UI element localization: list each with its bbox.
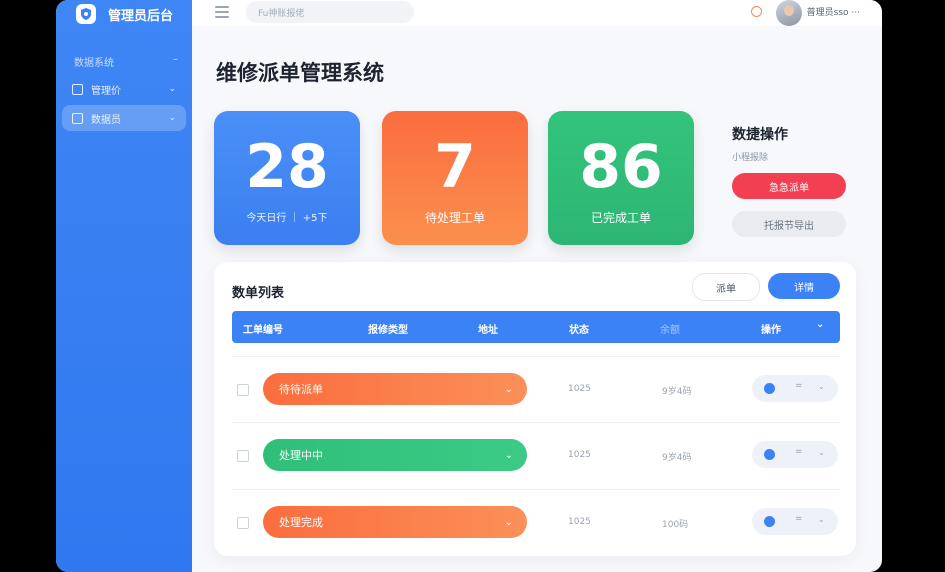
- row-checkbox[interactable]: [237, 517, 249, 529]
- stat-value: 28: [245, 132, 329, 202]
- chevron-down-icon[interactable]: ⌄: [816, 319, 824, 330]
- chevron-down-icon[interactable]: ⌄: [818, 448, 825, 457]
- search-icon[interactable]: [751, 6, 762, 17]
- sidebar-group-header[interactable]: 数据系统 –: [74, 54, 178, 69]
- panel-title: 数单列表: [232, 286, 285, 301]
- column-header[interactable]: 余额: [660, 321, 680, 336]
- more-icon[interactable]: =: [795, 381, 803, 391]
- column-header[interactable]: 工单编号: [243, 321, 283, 336]
- column-header[interactable]: 状态: [569, 321, 589, 336]
- table-header: 工单编号 报修类型 地址 状态 余额 操作 ⌄: [232, 311, 840, 343]
- quick-actions-subtitle: 小程报除: [732, 153, 769, 163]
- cell-value: 1025: [568, 517, 591, 527]
- divider: [232, 489, 840, 490]
- brand-title: 管理员后台: [108, 8, 174, 24]
- chevron-down-icon: ⌄: [504, 383, 513, 395]
- page-title: 维修派单管理系统: [216, 61, 384, 85]
- divider: [232, 422, 840, 423]
- app-window: 管理员后台 数据系统 – 管理价 ⌄ 数据员 ⌄ Fu神账报佬 普理员sso ·…: [56, 0, 882, 572]
- collapse-icon[interactable]: –: [173, 54, 178, 69]
- info-icon[interactable]: [764, 449, 775, 460]
- column-header[interactable]: 地址: [478, 321, 498, 336]
- export-button[interactable]: 托报节导出: [732, 211, 846, 237]
- table-row[interactable]: 待待派单 ⌄ 1025 9岁4码 = ⌄: [232, 373, 840, 407]
- stat-value: 7: [434, 132, 476, 202]
- info-icon[interactable]: [764, 516, 775, 527]
- database-icon: [72, 112, 83, 124]
- status-label: 处理中中: [279, 449, 323, 462]
- chevron-down-icon: ⌄: [504, 516, 513, 528]
- search-placeholder: Fu神账报佬: [258, 8, 305, 19]
- row-checkbox[interactable]: [237, 450, 249, 462]
- sidebar-item-admin[interactable]: 管理价 ⌄: [62, 76, 186, 102]
- status-label: 待待派单: [279, 383, 323, 396]
- search-input[interactable]: Fu神账报佬: [246, 1, 414, 23]
- chevron-down-icon: ⌄: [504, 449, 513, 461]
- status-select[interactable]: 待待派单 ⌄: [263, 373, 527, 405]
- column-header[interactable]: 报修类型: [368, 321, 408, 336]
- stat-card-pending[interactable]: 7 待处理工单: [382, 111, 528, 245]
- cell-value: 9岁4码: [662, 453, 692, 463]
- brand[interactable]: 管理员后台: [76, 3, 173, 25]
- cell-value: 9岁4码: [662, 387, 692, 397]
- stat-caption: 今天日行 ｜ +5下: [246, 213, 328, 224]
- stat-card-completed[interactable]: 86 已完成工单: [548, 111, 694, 245]
- stat-caption: 已完成工单: [590, 211, 651, 225]
- topbar: Fu神账报佬 普理员sso ···: [192, 0, 882, 26]
- quick-actions-title: 数捷操作: [732, 127, 788, 143]
- order-list-panel: 数单列表 派单 详情 工单编号 报修类型 地址 状态 余额 操作 ⌄ 待待派单 …: [214, 262, 856, 556]
- shield-logo-icon: [76, 4, 96, 24]
- stat-value: 86: [579, 132, 663, 202]
- status-select[interactable]: 处理完成 ⌄: [263, 506, 527, 538]
- table-row[interactable]: 处理完成 ⌄ 1025 100码 = ⌄: [232, 506, 840, 540]
- stat-card-today[interactable]: 28 今天日行 ｜ +5下: [214, 111, 360, 245]
- cell-value: 100码: [662, 520, 689, 530]
- row-action-group[interactable]: = ⌄: [752, 375, 838, 402]
- row-action-group[interactable]: = ⌄: [752, 441, 838, 468]
- quick-actions: 数捷操作 小程报除 急急派单 托报节导出: [732, 124, 848, 237]
- stat-caption: 待处理工单: [424, 211, 485, 225]
- avatar[interactable]: [776, 0, 802, 26]
- status-select[interactable]: 处理中中 ⌄: [263, 439, 527, 471]
- menu-icon[interactable]: [215, 6, 229, 18]
- sidebar-group-label: 数据系统: [74, 58, 114, 69]
- chevron-down-icon: ⌄: [168, 84, 176, 94]
- info-icon[interactable]: [764, 383, 775, 394]
- row-action-group[interactable]: = ⌄: [752, 508, 838, 535]
- urgent-dispatch-button[interactable]: 急急派单: [732, 173, 846, 199]
- column-header[interactable]: 操作: [761, 321, 781, 336]
- more-icon[interactable]: =: [795, 447, 803, 457]
- cell-value: 1025: [568, 384, 591, 394]
- sidebar: 管理员后台 数据系统 – 管理价 ⌄ 数据员 ⌄: [56, 0, 192, 572]
- sidebar-item-data[interactable]: 数据员 ⌄: [62, 105, 186, 131]
- chevron-down-icon[interactable]: ⌄: [818, 515, 825, 524]
- sidebar-item-label: 管理价: [91, 85, 121, 97]
- sidebar-item-label: 数据员: [91, 114, 121, 126]
- divider: [232, 356, 840, 357]
- detail-button[interactable]: 详情: [768, 273, 840, 299]
- table-row[interactable]: 处理中中 ⌄ 1025 9岁4码 = ⌄: [232, 439, 840, 473]
- status-label: 处理完成: [279, 516, 323, 529]
- more-icon[interactable]: =: [795, 514, 803, 524]
- box-icon: [72, 83, 83, 95]
- dispatch-button[interactable]: 派单: [692, 273, 760, 301]
- chevron-down-icon: ⌄: [168, 113, 176, 123]
- user-name[interactable]: 普理员sso ···: [807, 5, 860, 18]
- chevron-down-icon[interactable]: ⌄: [818, 382, 825, 391]
- row-checkbox[interactable]: [237, 384, 249, 396]
- cell-value: 1025: [568, 450, 591, 460]
